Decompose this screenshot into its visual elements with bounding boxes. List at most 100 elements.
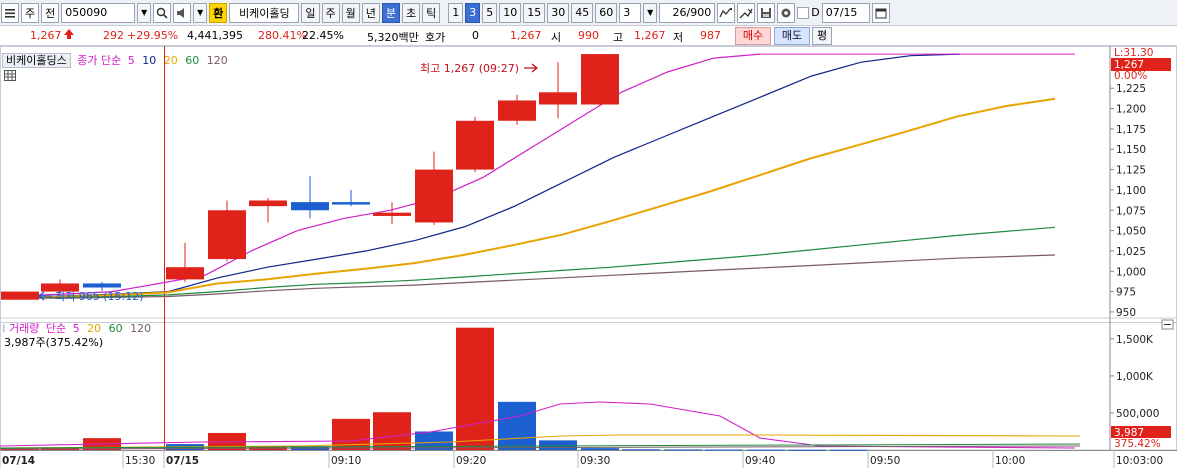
high-label: 고 xyxy=(613,31,624,44)
date-checkbox[interactable] xyxy=(797,6,810,19)
price-tick-label: 1,050 xyxy=(1116,226,1146,238)
trade-volume: 4,441,395 xyxy=(187,29,243,42)
save-icon[interactable] xyxy=(757,2,776,23)
candle-body xyxy=(415,169,453,223)
price-tick-label: 950 xyxy=(1116,307,1136,319)
volume-tick-label: 500,000 xyxy=(1116,408,1159,420)
toolbar: 주 전 050090 ▼ ▼ 환 비케이홀딩 일 주 월 년 분 초 틱 1 3… xyxy=(0,0,1177,26)
buy-button[interactable]: 매수 xyxy=(735,27,771,45)
volume-tick-label: 1,500K xyxy=(1116,334,1154,346)
price-tick-label: 1,225 xyxy=(1116,83,1146,95)
x-tick-label: 10:00 xyxy=(995,455,1025,467)
interval-dropdown-icon[interactable]: ▼ xyxy=(643,2,658,23)
candle-body xyxy=(249,200,287,207)
speaker-dropdown-icon[interactable]: ▼ xyxy=(193,2,208,23)
price-tick-label: 1,075 xyxy=(1116,205,1146,217)
sell-button[interactable]: 매도 xyxy=(774,27,810,45)
volume-bar xyxy=(581,448,619,450)
price-tick-label: 975 xyxy=(1116,287,1136,299)
vol-pct: 375.42% xyxy=(1114,438,1161,450)
price-tick-label: 1,100 xyxy=(1116,185,1146,197)
x-tick-label: 09:20 xyxy=(456,455,486,467)
high-arrow-icon xyxy=(524,63,539,73)
period-tab-month[interactable]: 월 xyxy=(341,2,360,23)
period-tab-week[interactable]: 주 xyxy=(321,2,340,23)
volume-bar xyxy=(664,449,702,451)
price-tick-label: 1,000 xyxy=(1116,266,1146,278)
interval-30[interactable]: 30 xyxy=(547,2,570,23)
code-dropdown-icon[interactable]: ▼ xyxy=(137,2,152,23)
x-tick-label: 09:40 xyxy=(745,455,775,467)
indicator-icon[interactable] xyxy=(717,2,736,23)
candle-body xyxy=(332,202,370,205)
period-tab-second[interactable]: 초 xyxy=(402,2,421,23)
volume-bar xyxy=(788,449,826,451)
search-icon[interactable] xyxy=(153,2,172,23)
price-up-arrow-icon xyxy=(63,28,75,43)
top-tag: L:31.30 xyxy=(1114,47,1153,59)
calendar-icon[interactable] xyxy=(871,2,890,23)
volume-ratio: 280.41% xyxy=(258,29,307,42)
price-tick-label: 1,125 xyxy=(1116,165,1146,177)
speaker-icon[interactable] xyxy=(173,2,192,23)
x-tick-label: 07/14 xyxy=(2,455,35,467)
date-input[interactable]: 07/15 xyxy=(821,2,870,23)
chart-canvas[interactable]: 950 975 1,000 1,025 1,050 1,075 1,100 1,125 1,15… xyxy=(0,46,1177,468)
x-tick-label: 09:50 xyxy=(870,455,900,467)
open-value: 990 xyxy=(578,29,599,42)
price-change: 292 xyxy=(103,29,124,42)
candle-body xyxy=(83,283,121,288)
price-tick-label: 1,150 xyxy=(1116,144,1146,156)
period-tab-tick[interactable]: 틱 xyxy=(422,2,441,23)
low-annotation: 최저 965 (15:12) xyxy=(55,290,144,303)
quote-info-bar: 1,267 292 +29.95% 4,441,395 280.41% 22.4… xyxy=(0,26,1177,46)
candle-body xyxy=(373,212,411,216)
high-annotation: 최고 1,267 (09:27) xyxy=(420,62,519,75)
candle-body xyxy=(581,54,619,105)
quote-label: 호가 xyxy=(425,31,446,44)
stock-code-input[interactable]: 050090 xyxy=(61,2,136,23)
interval-10[interactable]: 10 xyxy=(499,2,522,23)
menu-icon[interactable] xyxy=(1,2,19,23)
period-tab-day[interactable]: 일 xyxy=(301,2,320,23)
x-tick-label: 10:03:00 xyxy=(1116,455,1163,467)
period-tab-minute[interactable]: 분 xyxy=(381,2,400,23)
open-label: 시 xyxy=(551,31,562,44)
ma-line-5 xyxy=(19,53,761,297)
x-tick-label: 09:30 xyxy=(580,455,610,467)
low-label: 저 xyxy=(673,31,684,44)
candle-body xyxy=(1,291,39,300)
market-tab[interactable]: 주 xyxy=(21,2,40,23)
volume-bars xyxy=(1,327,868,451)
quote-value: 0 xyxy=(472,29,479,42)
current-price: 1,267 xyxy=(30,29,62,42)
candle-body xyxy=(208,210,246,260)
volume-bar xyxy=(830,449,868,451)
interval-5[interactable]: 5 xyxy=(482,2,498,23)
interval-45[interactable]: 45 xyxy=(571,2,594,23)
draw-tools-icon[interactable] xyxy=(737,2,756,23)
price-tick-label: 1,175 xyxy=(1116,124,1146,136)
volume-bar xyxy=(747,449,785,451)
x-tick-label: 09:10 xyxy=(331,455,361,467)
interval-3[interactable]: 3 xyxy=(465,2,481,23)
interval-input[interactable]: 3 xyxy=(619,2,642,23)
count-input[interactable]: 26/900 xyxy=(659,2,716,23)
vol-ma5-line xyxy=(0,401,1076,449)
date-checkbox-label: D xyxy=(811,6,820,19)
x-tick-label: 07/15 xyxy=(166,455,199,467)
interval-1[interactable]: 1 xyxy=(448,2,464,23)
eval-button[interactable]: 평 xyxy=(812,27,832,45)
ma-line-60 xyxy=(19,226,1056,299)
interval-15[interactable]: 15 xyxy=(523,2,546,23)
volume-bar xyxy=(622,449,660,451)
interval-60[interactable]: 60 xyxy=(595,2,618,23)
candle-series xyxy=(1,54,619,300)
price-tick-label: 1,200 xyxy=(1116,104,1146,116)
settings-gear-icon[interactable] xyxy=(777,2,796,23)
period-tab-year[interactable]: 년 xyxy=(361,2,380,23)
candle-body xyxy=(291,202,329,211)
prev-tab[interactable]: 전 xyxy=(41,2,60,23)
volume-bar xyxy=(456,327,494,450)
volume-bar xyxy=(705,449,743,451)
